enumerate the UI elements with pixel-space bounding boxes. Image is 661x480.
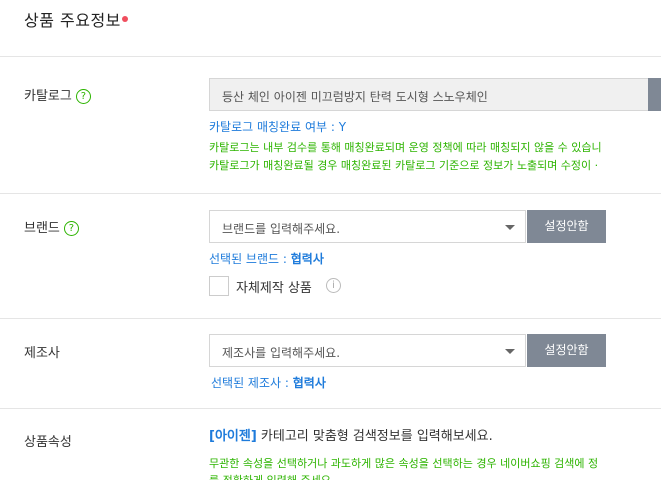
- maker-placeholder: 제조사를 입력해주세요.: [222, 346, 341, 360]
- brand-no-setting-button[interactable]: 설정안함: [526, 210, 606, 243]
- chevron-down-icon: [505, 349, 515, 354]
- attributes-note-2: 를 정확하게 입력해 주세요.: [209, 472, 334, 480]
- maker-label: 제조사: [24, 346, 60, 361]
- selected-brand-prefix: 선택된 브랜드 :: [209, 252, 291, 266]
- required-dot: [122, 16, 128, 22]
- catalog-search-button[interactable]: [648, 78, 661, 111]
- selected-maker: 선택된 제조사 : 협력사: [211, 374, 326, 391]
- attributes-note-1: 무관한 속성을 선택하거나 과도하게 많은 속성을 선택하는 경우 네이버쇼핑 …: [209, 457, 599, 470]
- section-title: 상품 주요정보: [24, 11, 121, 30]
- help-icon[interactable]: ?: [75, 89, 91, 104]
- maker-no-setting-button[interactable]: 설정안함: [526, 334, 606, 367]
- catalog-note-1: 카탈로그는 내부 검수를 통해 매칭완료되며 운영 정책에 따라 매칭되지 않을…: [209, 141, 602, 154]
- attributes-category: [아이젠]: [209, 429, 257, 444]
- chevron-down-icon: [505, 225, 515, 230]
- info-icon[interactable]: i: [326, 278, 341, 293]
- attributes-text: 카테고리 맞춤형 검색정보를 입력해보세요.: [256, 429, 493, 444]
- brand-label: 브랜드: [24, 221, 60, 236]
- selected-maker-prefix: 선택된 제조사 :: [211, 376, 293, 390]
- selected-brand-value: 협력사: [290, 252, 324, 266]
- help-icon[interactable]: ?: [63, 221, 79, 236]
- divider: [0, 408, 661, 409]
- maker-select[interactable]: 제조사를 입력해주세요.: [209, 334, 526, 367]
- attributes-label: 상품속성: [24, 435, 72, 450]
- divider: [0, 318, 661, 319]
- divider: [0, 193, 661, 194]
- section-header: 상품 주요정보: [0, 0, 661, 57]
- brand-label-wrap: 브랜드?: [24, 217, 79, 236]
- catalog-label: 카탈로그: [24, 89, 72, 104]
- catalog-label-wrap: 카탈로그?: [24, 85, 91, 104]
- catalog-field[interactable]: 등산 체인 아이젠 미끄럼방지 탄력 도시형 스노우체인: [209, 78, 649, 111]
- catalog-note-2: 카탈로그가 매칭완료될 경우 매칭완료된 카탈로그 기준으로 정보가 노출되며 …: [209, 159, 599, 172]
- self-made-checkbox[interactable]: [209, 276, 229, 296]
- brand-placeholder: 브랜드를 입력해주세요.: [222, 222, 341, 236]
- brand-select[interactable]: 브랜드를 입력해주세요.: [209, 210, 526, 243]
- selected-maker-value: 협력사: [292, 376, 326, 390]
- attributes-prompt: [아이젠] 카테고리 맞춤형 검색정보를 입력해보세요.: [209, 425, 493, 444]
- selected-brand: 선택된 브랜드 : 협력사: [209, 250, 324, 267]
- catalog-match-status: 카탈로그 매칭완료 여부 : Y: [209, 120, 347, 134]
- self-made-label: 자체제작 상품: [236, 281, 312, 296]
